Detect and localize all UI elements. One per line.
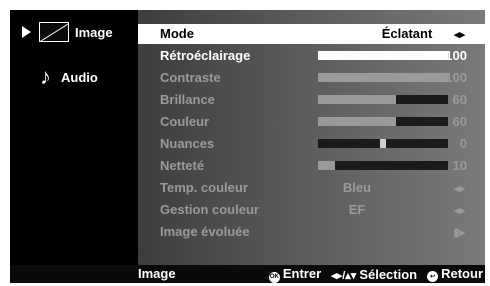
slider-fill (318, 51, 448, 60)
selection-arrow-icon (22, 26, 31, 38)
menu-row-sharpness[interactable]: Netteté 10 (138, 156, 485, 176)
menu-row-color-management[interactable]: Gestion couleur EF ◂▸ (138, 200, 485, 220)
footer-bar: Image OK Entrer ◂▸/▴▾ Sélection ↩ Retour (10, 265, 485, 283)
row-value: 10 (452, 158, 467, 173)
menu-row-brightness[interactable]: Brillance 60 (138, 90, 485, 110)
menu-row-tint[interactable]: Nuances 0 (138, 134, 485, 154)
sharpness-slider[interactable] (318, 161, 448, 170)
sidebar-item-audio[interactable]: ♪ Audio (40, 66, 98, 88)
breadcrumb: Image (138, 266, 176, 281)
enter-hint[interactable]: OK Entrer (268, 266, 322, 283)
sidebar-item-image[interactable]: Image (22, 22, 113, 42)
select-hint[interactable]: ◂▸/▴▾ Sélection (331, 267, 417, 282)
row-label: Netteté (160, 158, 205, 173)
left-right-arrows-icon[interactable]: ◂▸ (454, 28, 465, 41)
sidebar: Image ♪ Audio (10, 10, 138, 265)
row-label: Nuances (160, 136, 215, 151)
row-label: Contraste (160, 70, 221, 85)
osd-screen: Image ♪ Audio Mode Éclatant ◂▸ Rétroécla… (10, 10, 485, 283)
return-icon: ↩ (427, 271, 439, 283)
color-slider[interactable] (318, 117, 448, 126)
row-value: 0 (459, 136, 467, 151)
music-note-icon: ♪ (40, 64, 51, 89)
sidebar-item-label: Audio (61, 69, 98, 85)
row-value: 60 (452, 114, 467, 129)
select-label: Sélection (359, 266, 418, 282)
row-value: Bleu (342, 180, 372, 195)
backlight-slider[interactable] (318, 51, 448, 60)
settings-panel: Mode Éclatant ◂▸ Rétroéclairage 100 Cont… (138, 10, 485, 265)
menu-row-backlight[interactable]: Rétroéclairage 100 (138, 46, 485, 66)
slider-fill (318, 161, 335, 170)
slider-fill (318, 117, 396, 126)
sidebar-item-label: Image (75, 24, 113, 40)
row-value: 100 (445, 70, 467, 85)
slider-center-marker (380, 139, 386, 148)
menu-row-color-temp[interactable]: Temp. couleur Bleu ◂▸ (138, 178, 485, 198)
enter-label: Entrer (282, 266, 322, 281)
left-right-arrows-icon[interactable]: ◂▸ (454, 204, 465, 217)
navigation-arrows-icon: ◂▸/▴▾ (331, 269, 357, 282)
slider-fill (318, 95, 396, 104)
row-label: Couleur (160, 114, 210, 129)
mode-value: Éclatant (381, 26, 433, 41)
brightness-slider[interactable] (318, 95, 448, 104)
contrast-slider[interactable] (318, 73, 448, 82)
row-value: 100 (445, 48, 467, 63)
slider-fill (318, 73, 448, 82)
tint-slider[interactable] (318, 139, 448, 148)
footer-actions: OK Entrer ◂▸/▴▾ Sélection ↩ Retour (268, 266, 483, 283)
ok-button-icon: OK (268, 271, 280, 283)
submenu-arrow-icon[interactable]: ▮▸ (453, 226, 465, 239)
row-label: Gestion couleur (160, 202, 259, 217)
row-label: Temp. couleur (160, 180, 248, 195)
return-hint[interactable]: ↩ Retour (427, 266, 483, 283)
menu-row-mode[interactable]: Mode Éclatant ◂▸ (138, 24, 485, 44)
menu-row-advanced-picture[interactable]: Image évoluée ▮▸ (138, 222, 485, 242)
row-value: 60 (452, 92, 467, 107)
row-value: EF (348, 202, 366, 217)
menu-row-contrast[interactable]: Contraste 100 (138, 68, 485, 88)
return-label: Retour (441, 266, 483, 282)
image-icon (39, 22, 69, 42)
row-label: Rétroéclairage (160, 48, 251, 63)
menu-row-color[interactable]: Couleur 60 (138, 112, 485, 132)
left-right-arrows-icon[interactable]: ◂▸ (454, 182, 465, 195)
row-label: Mode (160, 26, 194, 41)
row-label: Image évoluée (160, 224, 250, 239)
row-label: Brillance (160, 92, 215, 107)
